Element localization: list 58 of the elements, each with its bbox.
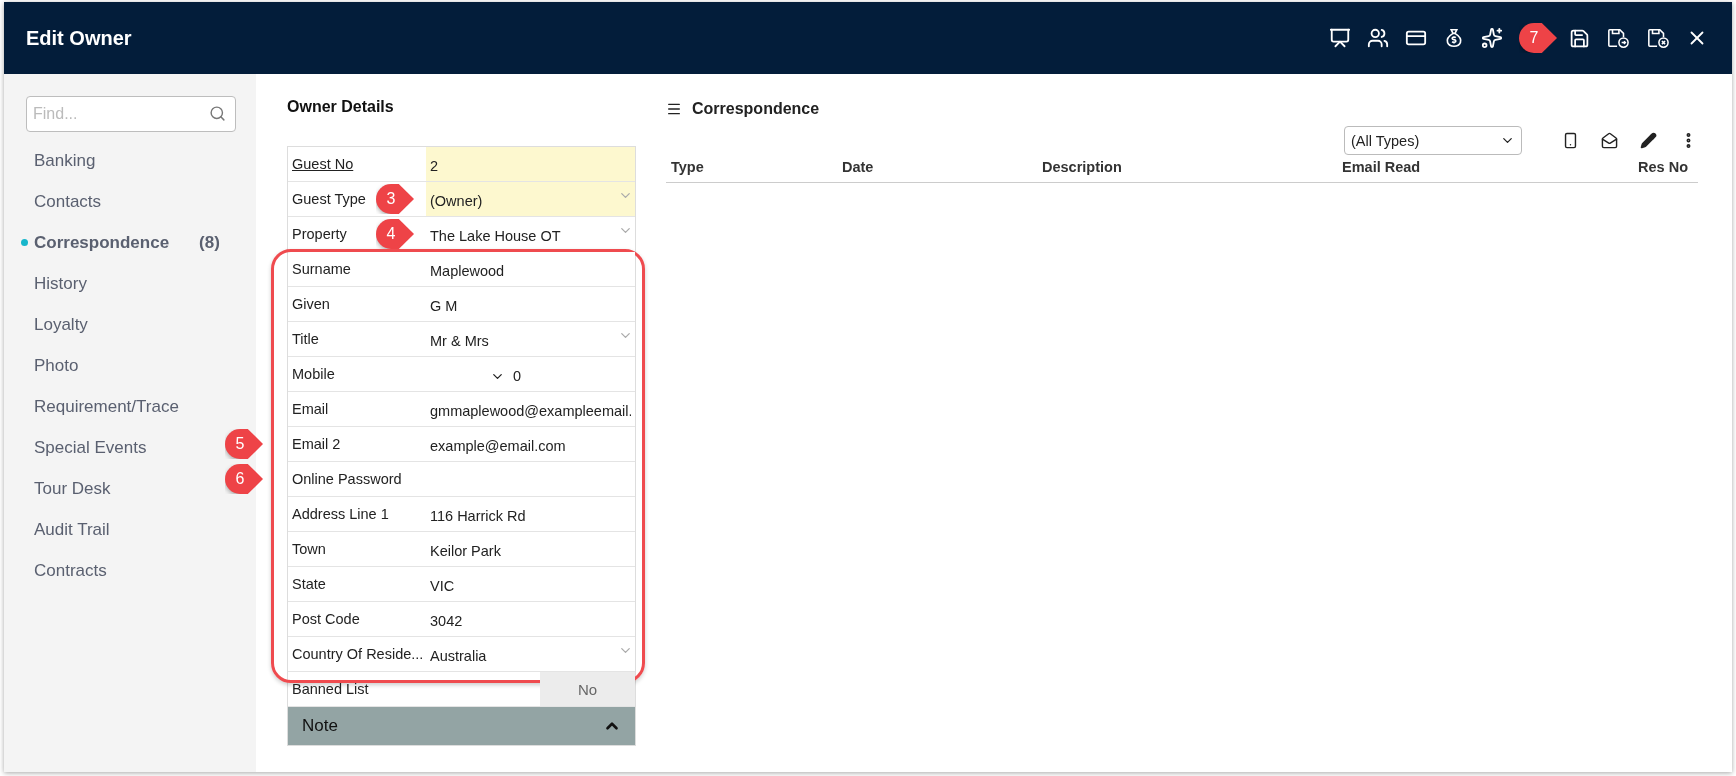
column-header: Date xyxy=(842,159,875,177)
save-icon[interactable] xyxy=(1569,27,1590,49)
field-label: Email xyxy=(292,400,329,419)
field-label: State xyxy=(292,575,326,594)
window-title: Edit Owner xyxy=(26,26,133,50)
field-label: Online Password xyxy=(292,470,402,489)
sidebar-item[interactable]: Tour Desk xyxy=(21,468,111,509)
column-header: Description xyxy=(1042,159,1123,177)
column-header: Email Read xyxy=(1342,159,1422,177)
sidebar-item[interactable]: History xyxy=(21,263,87,304)
mobile-phone-icon[interactable] xyxy=(1562,132,1579,149)
type-filter-dropdown[interactable]: (All Types) xyxy=(1344,126,1522,155)
panel-title: Correspondence xyxy=(692,100,820,118)
field-label: Country Of Reside... xyxy=(292,645,424,664)
column-header: Type xyxy=(671,159,705,177)
sidebar-item[interactable]: Loyalty xyxy=(21,304,88,345)
column-header: Res No xyxy=(1638,159,1688,177)
search-icon xyxy=(209,105,226,122)
toggle-value[interactable]: No xyxy=(540,672,635,706)
sidebar-item[interactable]: Contacts xyxy=(21,181,102,222)
sidebar-item[interactable]: Correspondence (8) xyxy=(21,222,220,263)
field-label: Title xyxy=(292,330,319,349)
people-icon[interactable] xyxy=(1367,27,1389,49)
callout-marker: 4 xyxy=(376,219,414,249)
menu-icon[interactable] xyxy=(666,101,682,117)
field-label: Town xyxy=(292,540,326,559)
field-label: Given xyxy=(292,295,330,314)
field-label: Mobile xyxy=(292,365,335,384)
item-count: (8) xyxy=(199,232,220,253)
note-label: Note xyxy=(302,716,338,736)
sidebar-item[interactable]: Special Events xyxy=(21,427,147,468)
section-heading: Owner Details xyxy=(287,98,395,117)
sidebar-item[interactable]: Banking xyxy=(21,140,96,181)
edit-icon[interactable] xyxy=(1640,132,1657,149)
find-field[interactable]: Find... xyxy=(26,96,236,132)
callout-marker: 7 xyxy=(1519,23,1557,53)
save-arrow-icon[interactable] xyxy=(1606,27,1630,49)
text-field[interactable]: 2 xyxy=(426,147,635,181)
active-dot xyxy=(21,239,28,246)
presentation-icon[interactable] xyxy=(1329,27,1351,49)
field-link[interactable]: Guest No xyxy=(292,147,354,181)
sidebar-item[interactable]: Audit Trail xyxy=(21,509,110,550)
field-label: Address Line 1 xyxy=(292,505,389,524)
field-label: Guest Type xyxy=(292,190,366,209)
field-label: Post Code xyxy=(292,610,360,629)
save-cancel-icon[interactable] xyxy=(1646,27,1670,49)
dropdown-field[interactable]: (Owner) xyxy=(426,182,635,216)
sidebar-item[interactable]: Contracts xyxy=(21,550,107,591)
sparkles-icon[interactable] xyxy=(1481,27,1503,49)
field-label: Email 2 xyxy=(292,435,341,454)
note-bar[interactable]: Note xyxy=(288,707,635,745)
sidebar-item[interactable]: Photo xyxy=(21,345,79,386)
open-mail-icon[interactable] xyxy=(1601,132,1618,149)
callout-marker: 3 xyxy=(376,184,414,214)
field-label: Property xyxy=(292,225,347,244)
sidebar-item[interactable]: Requirement/Trace xyxy=(21,386,179,427)
field-label: Surname xyxy=(292,260,351,279)
field-label: Banned List xyxy=(292,680,369,699)
